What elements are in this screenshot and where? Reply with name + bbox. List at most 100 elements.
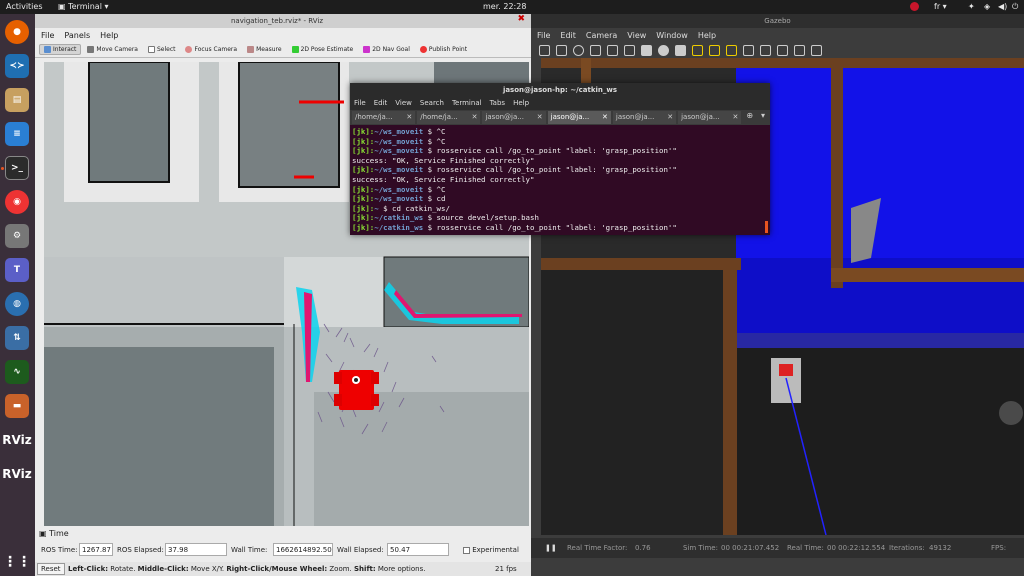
cylinder-shape-icon[interactable] [675,44,686,56]
redo-icon[interactable] [624,44,635,56]
nav-goal-tool[interactable]: 2D Nav Goal [359,45,414,54]
reset-button[interactable]: Reset [37,563,65,575]
terminal-tab-active[interactable]: jason@ja... ✕ [547,111,611,124]
gz-menu-edit[interactable]: Edit [560,31,576,40]
ros-elapsed-field[interactable]: 37.98 [165,543,227,556]
vscode-icon[interactable]: ≺≻ [5,54,29,78]
gz-menu-file[interactable]: File [537,31,550,40]
rotate-mode-icon[interactable] [573,44,584,56]
terminal-body[interactable]: [jk]:~/ws_moveit $ ^C [jk]:~/ws_moveit $ … [350,125,770,235]
publish-point-tool[interactable]: Publish Point [416,45,471,54]
prompt-user: [jk]: [352,127,375,136]
terminal-app-menu[interactable]: ▣ Terminal ▾ [58,2,108,11]
move-camera-tool[interactable]: Move Camera [83,45,142,54]
terminal-tab[interactable]: jason@ja... ✕ [482,111,546,124]
network-icon[interactable]: ◈ [984,2,990,11]
volume-icon[interactable]: ◀) [998,2,1007,11]
term-menu-edit[interactable]: Edit [374,99,388,108]
teams-icon[interactable]: T [5,258,29,282]
pose-estimate-tool[interactable]: 2D Pose Estimate [288,45,358,54]
terminal-tab[interactable]: /home/ja... ✕ [417,111,481,124]
document-icon[interactable]: ≡ [5,122,29,146]
undo-icon[interactable] [607,44,618,56]
git-icon[interactable]: ⇅ [5,326,29,350]
rviz-icon[interactable]: RViz [2,428,31,452]
real-time-value: 00 00:22:12.554 [827,544,886,552]
term-menu-file[interactable]: File [354,99,366,108]
pause-icon[interactable]: ❚❚ [545,544,557,552]
close-tab-icon[interactable]: ✕ [602,113,608,121]
gz-menu-camera[interactable]: Camera [586,31,617,40]
scale-mode-icon[interactable] [590,44,601,56]
terminal-tab[interactable]: /home/ja... ✕ [352,111,416,124]
menu-panels[interactable]: Panels [64,31,90,40]
terminal-tabs: /home/ja... ✕ /home/ja... ✕ jason@ja... ✕ j… [350,110,770,125]
close-tab-icon[interactable]: ✕ [472,113,478,121]
select-mode-icon[interactable] [539,44,550,56]
activities-button[interactable]: Activities [6,2,43,11]
show-apps-icon[interactable]: ⋮⋮ [3,550,31,574]
directional-light-icon[interactable] [726,44,737,56]
rviz-icon-2[interactable]: RViz [2,462,31,486]
term-menu-view[interactable]: View [395,99,412,108]
close-tab-icon[interactable]: ✕ [732,113,738,121]
terminal-tab[interactable]: jason@ja... ✕ [678,111,742,124]
focus-camera-tool[interactable]: Focus Camera [181,45,241,54]
gz-menu-window[interactable]: Window [656,31,688,40]
box-shape-icon[interactable] [641,44,652,56]
terminal-icon[interactable]: >_ [5,156,29,180]
sphere-shape-icon[interactable] [658,44,669,56]
command-text: success: "OK, Service Finished correctly… [352,174,535,184]
term-menu-tabs[interactable]: Tabs [490,99,506,108]
close-tab-icon[interactable]: ✕ [406,113,412,121]
close-tab-icon[interactable]: ✕ [537,113,543,121]
menu-help[interactable]: Help [100,31,118,40]
clock[interactable]: mer. 22:28 [483,2,526,11]
keyboard-layout[interactable]: fr ▾ [934,2,947,11]
terminal-tab[interactable]: jason@ja... ✕ [612,111,677,124]
monitor-icon[interactable]: ∿ [5,360,29,384]
wall-elapsed-field[interactable]: 50.47 [387,543,449,556]
menu-file[interactable]: File [41,31,54,40]
ros-time-field[interactable]: 1267.87 [79,543,113,556]
align-icon[interactable] [777,44,788,56]
point-light-icon[interactable] [692,44,703,56]
translate-mode-icon[interactable] [556,44,567,56]
copy-icon[interactable] [743,44,754,56]
settings-icon[interactable]: ⚙ [5,224,29,248]
gazebo-title: Gazebo [531,14,1024,28]
new-tab-icon[interactable]: ⊕ [743,111,756,124]
chrome-icon[interactable]: ◉ [5,190,29,214]
power-icon[interactable]: ⏻ [1012,2,1018,12]
spot-light-icon[interactable] [709,44,720,56]
firefox-icon[interactable]: ● [5,20,29,44]
scrollbar-thumb[interactable] [765,221,768,233]
prompt-user: [jk]: [352,222,375,232]
accessibility-icon[interactable]: ✦ [968,2,975,11]
term-menu-search[interactable]: Search [420,99,444,108]
rviz-statusbar: Reset Left-Click: Rotate. Middle-Click: … [35,562,531,576]
measure-tool[interactable]: Measure [243,45,286,54]
files-icon[interactable]: ▤ [5,88,29,112]
screenshot-icon[interactable] [811,44,822,56]
terminal-line: [jk]:~/ws_moveit $ ^C [352,185,768,195]
gz-menu-view[interactable]: View [627,31,646,40]
tab-menu-icon[interactable]: ▾ [758,111,768,124]
earth-icon[interactable]: ◍ [5,292,29,316]
prompt-user: [jk]: [352,213,375,223]
wall-time-field[interactable]: 1662614892.50 [273,543,333,556]
terminal-window[interactable]: jason@jason-hp: ~/catkin_ws File Edit Vi… [350,83,770,235]
close-tab-icon[interactable]: ✕ [667,113,673,121]
interact-tool[interactable]: Interact [39,44,82,55]
record-icon[interactable] [910,2,919,11]
term-menu-help[interactable]: Help [513,99,529,108]
close-icon[interactable]: ✖ [517,14,525,24]
snap-icon[interactable] [794,44,805,56]
term-menu-terminal[interactable]: Terminal [452,99,482,108]
paste-icon[interactable] [760,44,771,56]
experimental-checkbox[interactable]: Experimental [463,546,519,554]
terminal-line: [jk]:~ $ cd catkin_ws/ [352,204,768,214]
books-icon[interactable]: ▬ [5,394,29,418]
select-tool[interactable]: Select [144,45,180,54]
gz-menu-help[interactable]: Help [698,31,716,40]
